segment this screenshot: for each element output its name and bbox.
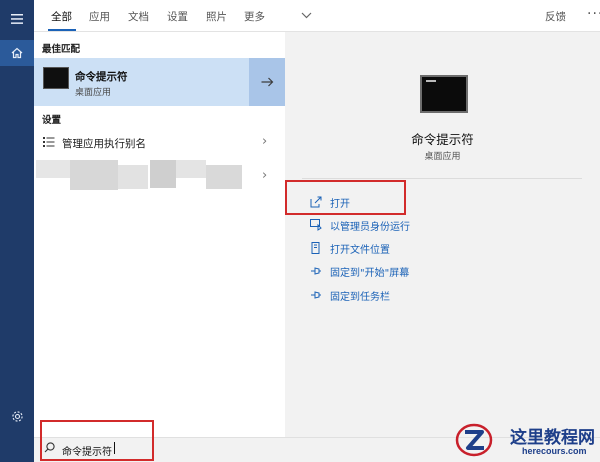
best-match-item[interactable]	[34, 58, 285, 106]
watermark-title: 这里教程网	[510, 428, 595, 448]
best-match-subtitle: 桌面应用	[75, 88, 112, 98]
action-pin-to-taskbar-label: 固定到任务栏	[330, 291, 390, 303]
action-open-file-location-label: 打开文件位置	[330, 244, 390, 256]
pin-start-icon	[310, 265, 322, 277]
hamburger-menu-button[interactable]	[0, 6, 34, 32]
feedback-link[interactable]: 反馈	[545, 9, 566, 24]
divider	[302, 178, 582, 179]
tab-documents[interactable]: 文档	[128, 9, 149, 24]
action-open[interactable]: 打开	[310, 194, 350, 210]
tab-settings[interactable]: 设置	[167, 9, 188, 24]
hamburger-icon	[11, 14, 23, 24]
action-open-file-location[interactable]: 打开文件位置	[310, 240, 390, 256]
detail-subtitle: 桌面应用	[424, 152, 461, 162]
left-rail	[0, 0, 34, 462]
watermark-logo-icon	[455, 423, 493, 457]
settings-heading: 设置	[42, 115, 62, 126]
settings-button[interactable]	[0, 403, 34, 429]
chevron-down-icon[interactable]	[301, 12, 312, 19]
more-options-button[interactable]: ···	[587, 6, 600, 22]
action-pin-to-taskbar[interactable]: 固定到任务栏	[310, 287, 390, 303]
arrow-right-icon	[261, 77, 273, 87]
tab-all[interactable]: 全部	[51, 9, 72, 24]
setting-item-label: 管理应用执行别名	[62, 138, 146, 150]
command-prompt-icon	[43, 67, 69, 89]
open-icon	[310, 196, 322, 208]
home-button[interactable]	[0, 40, 34, 66]
active-tab-indicator	[48, 29, 76, 31]
text-cursor	[114, 442, 115, 454]
best-match-heading: 最佳匹配	[42, 44, 81, 55]
search-icon	[44, 442, 55, 453]
action-run-as-admin[interactable]: 以管理员身份运行	[310, 217, 410, 233]
file-location-icon	[310, 242, 322, 254]
detail-title: 命令提示符	[411, 132, 474, 147]
pin-taskbar-icon	[310, 289, 322, 301]
run-as-admin-icon	[310, 219, 322, 231]
best-match-title: 命令提示符	[75, 71, 128, 83]
action-run-as-admin-label: 以管理员身份运行	[330, 221, 410, 233]
tab-apps[interactable]: 应用	[89, 9, 110, 24]
watermark-url: herecours.com	[522, 446, 587, 456]
chevron-right-icon[interactable]: ›	[262, 134, 267, 149]
action-pin-to-start[interactable]: 固定到"开始"屏幕	[310, 263, 409, 279]
expand-arrow-button[interactable]	[249, 58, 285, 106]
list-settings-icon	[43, 137, 55, 147]
command-prompt-large-icon	[420, 75, 468, 113]
chevron-right-icon[interactable]: ›	[262, 168, 267, 183]
action-open-label: 打开	[330, 198, 350, 210]
gear-icon	[11, 410, 23, 422]
filter-tabs: 全部 应用 文档 设置 照片 更多 反馈 ···	[34, 0, 600, 32]
search-input[interactable]: 命令提示符	[62, 443, 112, 458]
home-icon	[11, 47, 23, 59]
tab-more[interactable]: 更多	[244, 9, 265, 24]
action-pin-to-start-label: 固定到"开始"屏幕	[330, 267, 410, 279]
tab-photos[interactable]: 照片	[206, 9, 227, 24]
